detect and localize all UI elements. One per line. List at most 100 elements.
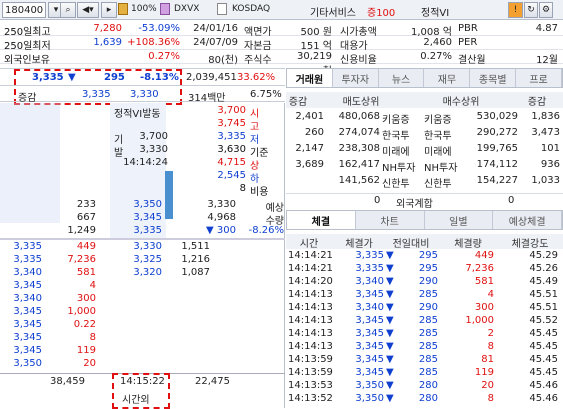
- trade-volume: 4: [487, 289, 494, 300]
- orderbook-row[interactable]: 3,335 7,236 3,325 1,216: [0, 254, 285, 267]
- diff-label: 증감: [18, 93, 37, 104]
- trade-row[interactable]: 14:14:13 3,340 ▼ 290 300 45.51: [286, 302, 563, 315]
- info-date: 24/01/16: [193, 23, 238, 34]
- broker-row[interactable]: 2,147 238,308 미래에 미래에 199,765 101: [286, 141, 563, 158]
- trade-row[interactable]: 14:14:21 3,335 ▼ 295 449 45.29: [286, 250, 563, 263]
- bid-volume: 1,511: [181, 241, 210, 252]
- trade-row[interactable]: 14:14:13 3,345 ▼ 285 4 45.51: [286, 289, 563, 302]
- ask-price: 3,335: [133, 225, 162, 236]
- tab-broker-4[interactable]: 종목별: [470, 69, 517, 87]
- orderbook-row[interactable]: 3,345 8: [0, 332, 285, 345]
- tab-trade-0[interactable]: 체결: [287, 211, 356, 229]
- broker-panel: 거래원 투자자 뉴스 재무 종목별 프로 증감 매도상위 매수상위 증감 2,401 480,06…: [286, 68, 563, 210]
- tab-trade-2[interactable]: 일별: [425, 211, 494, 229]
- trade-row[interactable]: 14:13:53 3,350 ▼ 280 20 45.46: [286, 380, 563, 393]
- top-toolbar: 180400 ▾ ⌕ ◀▾ ▸ 100% DXVX KOSDAQ 기타서비스 증…: [0, 0, 563, 20]
- orderbook-panel: 정적VI발동 3,700 시 3,745 고 3,335 저 3,630 기준 4,715 상 2,…: [0, 103, 285, 409]
- favorite-icon[interactable]: [118, 3, 128, 15]
- trade-change: 280: [418, 380, 438, 391]
- buy-broker: 미래에: [424, 147, 452, 158]
- orderbook-row[interactable]: 3,345 119: [0, 345, 285, 358]
- trade-change: 280: [418, 393, 438, 404]
- sell-volume: 162,417: [338, 159, 380, 170]
- bid-price: 3,330: [133, 241, 162, 252]
- trade-price: 3,345: [355, 328, 384, 339]
- trade-row[interactable]: 14:14:13 3,345 ▼ 285 2 45.45: [286, 328, 563, 341]
- orderbook-row[interactable]: 3,340 300: [0, 293, 285, 306]
- tab-broker-2[interactable]: 뉴스: [379, 69, 425, 87]
- trade-row[interactable]: 14:14:13 3,345 ▼ 285 8 45.45: [286, 341, 563, 354]
- trade-row[interactable]: 14:14:21 3,335 ▼ 295 7,236 45.26: [286, 263, 563, 276]
- down-arrow-icon: ▼: [386, 341, 394, 352]
- trade-header-cell: 체결량: [454, 239, 482, 250]
- trade-strength: 45.45: [529, 341, 558, 352]
- speaker-button[interactable]: ◀▾: [77, 2, 99, 18]
- trade-row[interactable]: 14:13:59 3,345 ▼ 285 81 45.45: [286, 354, 563, 367]
- orderbook-row[interactable]: 3,340 581 3,320 1,087: [0, 267, 285, 280]
- refresh-icon[interactable]: ↻: [524, 2, 538, 18]
- trade-row[interactable]: 14:13:52 3,350 ▼ 280 8 45.46: [286, 393, 563, 406]
- after-hours-button[interactable]: 시간외: [122, 391, 150, 406]
- quote-bar-2: 증감 3,335 3,330 314백만 6.75%: [0, 88, 285, 104]
- trade-row[interactable]: 14:13:59 3,345 ▼ 285 119 45.45: [286, 367, 563, 380]
- broker-header-cell: 증감: [527, 97, 547, 108]
- broker-row[interactable]: 260 274,074 한국투 한국투 290,272 3,473: [286, 125, 563, 142]
- broker-row[interactable]: 2,401 480,068 키움증 키움증 530,029 1,836: [286, 109, 563, 126]
- bid-price: 3,325: [133, 254, 162, 265]
- down-arrow-icon: ▼: [386, 393, 394, 404]
- orderbook-row[interactable]: 233 3,350 3,330 예상: [0, 199, 285, 214]
- trade-strength: 45.51: [529, 289, 558, 300]
- trade-strength: 45.45: [529, 328, 558, 339]
- trade-price: 3,345: [355, 367, 384, 378]
- chevron-down-icon: ▾: [53, 5, 59, 15]
- best-ask: 3,330: [130, 89, 159, 100]
- ref-label: 비용: [250, 187, 269, 198]
- trade-row[interactable]: 14:14:13 3,345 ▼ 285 1,000 45.52: [286, 315, 563, 328]
- broker-header-cell: 매수상위: [442, 97, 480, 108]
- orderbook-row[interactable]: 3,345 0.22: [0, 319, 285, 332]
- buy-volume: 199,765: [476, 143, 518, 154]
- info-key: 결산월: [458, 55, 486, 66]
- trade-volume: 20: [83, 358, 96, 369]
- sell-broker: NH투자: [382, 163, 416, 174]
- bid-price: 3,320: [133, 267, 162, 278]
- trade-time: 14:13:59: [288, 367, 333, 378]
- sell-volume: 238,308: [338, 143, 380, 154]
- sell-diff: 2,401: [295, 111, 324, 122]
- buy-diff: 1,033: [531, 175, 560, 186]
- settings-icon[interactable]: ⚙: [539, 2, 553, 18]
- trade-volume: 8: [487, 393, 494, 404]
- tab-broker-3[interactable]: 재무: [424, 69, 471, 87]
- tab-broker-0[interactable]: 거래원: [287, 69, 333, 87]
- tab-trade-1[interactable]: 차트: [356, 211, 425, 229]
- info-key: PBR: [458, 23, 478, 34]
- tab-broker-1[interactable]: 투자자: [333, 69, 379, 87]
- tab-trade-3[interactable]: 예상체결: [493, 211, 562, 229]
- price-change: 295: [104, 72, 125, 83]
- broker-row[interactable]: 3,689 162,417 NH투자 NH투자 174,112 936: [286, 157, 563, 174]
- orderbook-row[interactable]: 3,345 4: [0, 280, 285, 293]
- trade-change: 290: [418, 302, 438, 313]
- alert-icon[interactable]: !: [508, 2, 523, 18]
- trade-change: 285: [418, 354, 438, 365]
- orderbook-row[interactable]: 3,350 20: [0, 358, 285, 371]
- next-button[interactable]: ▸: [101, 2, 117, 18]
- broker-row[interactable]: 141,562 신한투 신한투 154,227 1,033: [286, 173, 563, 190]
- orderbook-row[interactable]: 1,249 3,335 ▼ 300 -8.26%: [0, 225, 285, 238]
- trade-time: 14:14:13: [288, 341, 333, 352]
- orderbook-row[interactable]: 667 3,345 4,968 수량: [0, 212, 285, 227]
- trade-volume: 0.22: [73, 319, 96, 330]
- orderbook-row[interactable]: 3,345 1,000: [0, 306, 285, 319]
- trade-row[interactable]: 14:14:20 3,340 ▼ 290 581 45.49: [286, 276, 563, 289]
- orderbook-row[interactable]: 3,335 449 3,330 1,511: [0, 241, 285, 254]
- trade-change: 295: [418, 250, 438, 261]
- stock-code-input[interactable]: 180400: [2, 2, 46, 18]
- trade-price: 3,350: [355, 393, 384, 404]
- search-button[interactable]: ⌕: [60, 2, 76, 18]
- trade-change: 285: [418, 367, 438, 378]
- tab-broker-5[interactable]: 프로: [516, 69, 562, 87]
- ref-price: 3,745: [217, 118, 246, 129]
- broker-tabs: 거래원 투자자 뉴스 재무 종목별 프로: [286, 68, 563, 88]
- trade-strength: 45.46: [529, 393, 558, 404]
- trade-volume: 81: [481, 354, 494, 365]
